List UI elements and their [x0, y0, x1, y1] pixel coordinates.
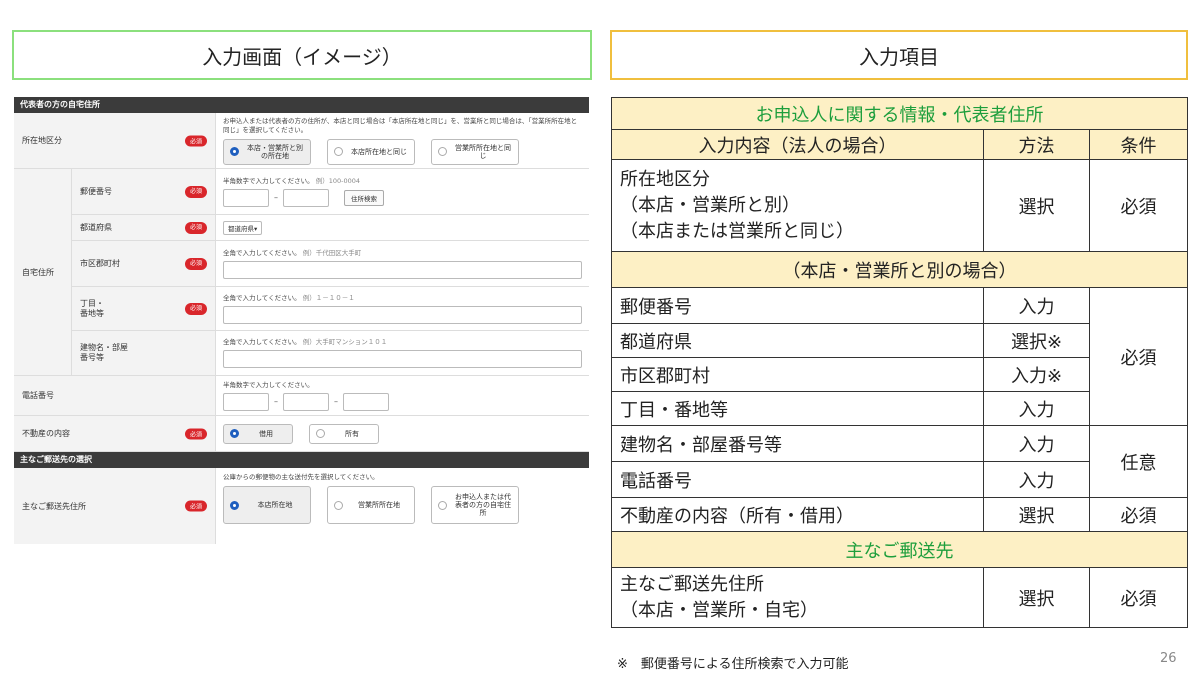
table-row: 郵便番号 入力 必須: [611, 287, 1188, 426]
block-row: 丁目・番地等 必須 全角で入力してください。 例）１－１０－１: [72, 287, 589, 331]
postal-example: 例）100-0004: [315, 176, 360, 185]
phone-input-2[interactable]: [283, 392, 329, 411]
required-badge: 必須: [184, 185, 207, 198]
city-row: 市区郡町村 必須 全角で入力してください。 例）千代田区大手町: [72, 241, 589, 287]
block-input[interactable]: [223, 305, 582, 324]
building-input[interactable]: [223, 350, 582, 368]
block-example: 例）１－１０－１: [302, 293, 355, 302]
address-condition: 必須: [1089, 287, 1188, 426]
radio-same-as-branch[interactable]: 営業所所在地と同じ: [431, 138, 519, 165]
radio-selected-icon: [230, 429, 239, 438]
page-number: 26: [1160, 651, 1177, 666]
home-address-label: 自宅住所: [14, 169, 72, 375]
table-title-mailing: 主なご郵送先: [611, 531, 1188, 568]
block-label: 丁目・番地等: [80, 298, 104, 318]
table-row: 主なご郵送先住所 （本店・営業所・自宅） 選択 必須: [611, 567, 1188, 628]
phone-label: 電話番号: [22, 391, 54, 400]
required-badge: 必須: [184, 257, 207, 270]
radio-icon: [334, 500, 343, 510]
mailing-row: 主なご郵送先住所 必須 公庫からの郵便物の主な送付先を選択してください。 本店所在…: [14, 468, 589, 544]
postal-input-first[interactable]: [223, 188, 269, 207]
table-row: 建物名・部屋番号等 入力 任意: [611, 425, 1188, 498]
building-label: 建物名・部屋番号等: [80, 343, 128, 362]
radio-same-as-head-office[interactable]: 本店所在地と同じ: [327, 138, 415, 165]
radio-owned[interactable]: 所有: [309, 423, 379, 444]
building-example: 例）大手町マンション１０１: [302, 338, 388, 346]
required-badge: 必須: [184, 135, 207, 146]
sub-band-separate: （本店・営業所と別の場合）: [611, 251, 1188, 288]
phone-note: 半角数字で入力してください。: [223, 380, 314, 389]
location-label: 所在地区分: [22, 136, 62, 145]
radio-icon: [438, 500, 447, 510]
col-header-condition: 条件: [1089, 129, 1188, 160]
radio-separate-location[interactable]: 本店・営業所と別の所在地: [223, 138, 311, 165]
radio-mail-branch[interactable]: 営業所所在地: [327, 486, 415, 524]
col-header-method: 方法: [983, 129, 1090, 160]
required-badge: 必須: [184, 500, 207, 512]
mailing-note: 公庫からの郵便物の主な送付先を選択してください。: [223, 473, 379, 481]
radio-icon: [334, 147, 343, 156]
postal-label: 郵便番号: [80, 186, 112, 196]
table-row: 不動産の内容（所有・借用） 選択 必須: [611, 497, 1188, 532]
phone-row: 電話番号 半角数字で入力してください。 – –: [14, 376, 589, 416]
mailing-label: 主なご郵送先住所: [22, 501, 86, 511]
location-note: お申込人または代表者の方の住所が、本店と同じ場合は「本店所在地と同じ」を、営業所…: [223, 116, 578, 134]
radio-mail-home[interactable]: お申込人または代表者の方の自宅住所: [431, 486, 519, 524]
postal-note: 半角数字で入力してください。: [223, 176, 314, 185]
postal-row: 郵便番号 必須 半角数字で入力してください。 例）100-0004 – 住所検索: [72, 169, 589, 215]
prefecture-label: 都道府県: [80, 222, 112, 232]
radio-leased[interactable]: 借用: [223, 423, 293, 444]
table-row: 所在地区分 （本店・営業所と別） （本店または営業所と同じ） 選択 必須: [611, 159, 1188, 252]
city-label: 市区郡町村: [80, 258, 120, 268]
input-form-mockup: 代表者の方の自宅住所 所在地区分 必須 お申込人または代表者の方の住所が、本店と同…: [14, 97, 589, 544]
postal-input-second[interactable]: [283, 188, 329, 207]
prefecture-row: 都道府県 必須 都道府県▾: [72, 215, 589, 241]
input-screen-header: 入力画面（イメージ）: [12, 30, 592, 80]
property-row: 不動産の内容 必須 借用 所有: [14, 416, 589, 452]
required-badge: 必須: [184, 428, 207, 439]
required-badge: 必須: [184, 302, 207, 315]
property-label: 不動産の内容: [22, 429, 70, 438]
prefecture-select[interactable]: 都道府県▾: [223, 220, 263, 235]
location-row: 所在地区分 必須 お申込人または代表者の方の住所が、本店と同じ場合は「本店所在地と…: [14, 113, 589, 169]
section-title-mailing: 主なご郵送先の選択: [14, 452, 589, 468]
building-row: 建物名・部屋番号等 全角で入力してください。 例）大手町マンション１０１: [72, 331, 589, 375]
required-badge: 必須: [184, 221, 207, 234]
home-address-group: 自宅住所 郵便番号 必須 半角数字で入力してください。 例）100-0004 – …: [14, 169, 589, 376]
radio-icon: [438, 147, 447, 156]
block-note: 全角で入力してください。: [223, 293, 301, 302]
phone-input-3[interactable]: [343, 392, 389, 411]
input-items-table: お申込人に関する情報・代表者住所 入力内容（法人の場合） 方法 条件 所在地区分…: [611, 97, 1188, 628]
address-search-button[interactable]: 住所検索: [344, 189, 384, 206]
radio-selected-icon: [230, 147, 239, 156]
city-input[interactable]: [223, 260, 582, 279]
building-note: 全角で入力してください。: [223, 338, 301, 346]
radio-mail-head-office[interactable]: 本店所在地: [223, 486, 311, 524]
table-title-applicant: お申込人に関する情報・代表者住所: [611, 97, 1188, 130]
city-example: 例）千代田区大手町: [302, 248, 362, 257]
input-items-header: 入力項目: [610, 30, 1188, 80]
slide: 入力画面（イメージ） 入力項目 代表者の方の自宅住所 所在地区分 必須 お申込人ま…: [0, 0, 1200, 675]
radio-icon: [316, 429, 325, 438]
col-header-item: 入力内容（法人の場合）: [611, 129, 984, 160]
footnote: ※ 郵便番号による住所検索で入力可能: [617, 657, 849, 672]
optional-condition: 任意: [1089, 425, 1188, 498]
phone-input-1[interactable]: [223, 392, 269, 411]
radio-selected-icon: [230, 500, 239, 510]
city-note: 全角で入力してください。: [223, 248, 301, 257]
section-title-home-address: 代表者の方の自宅住所: [14, 97, 589, 113]
